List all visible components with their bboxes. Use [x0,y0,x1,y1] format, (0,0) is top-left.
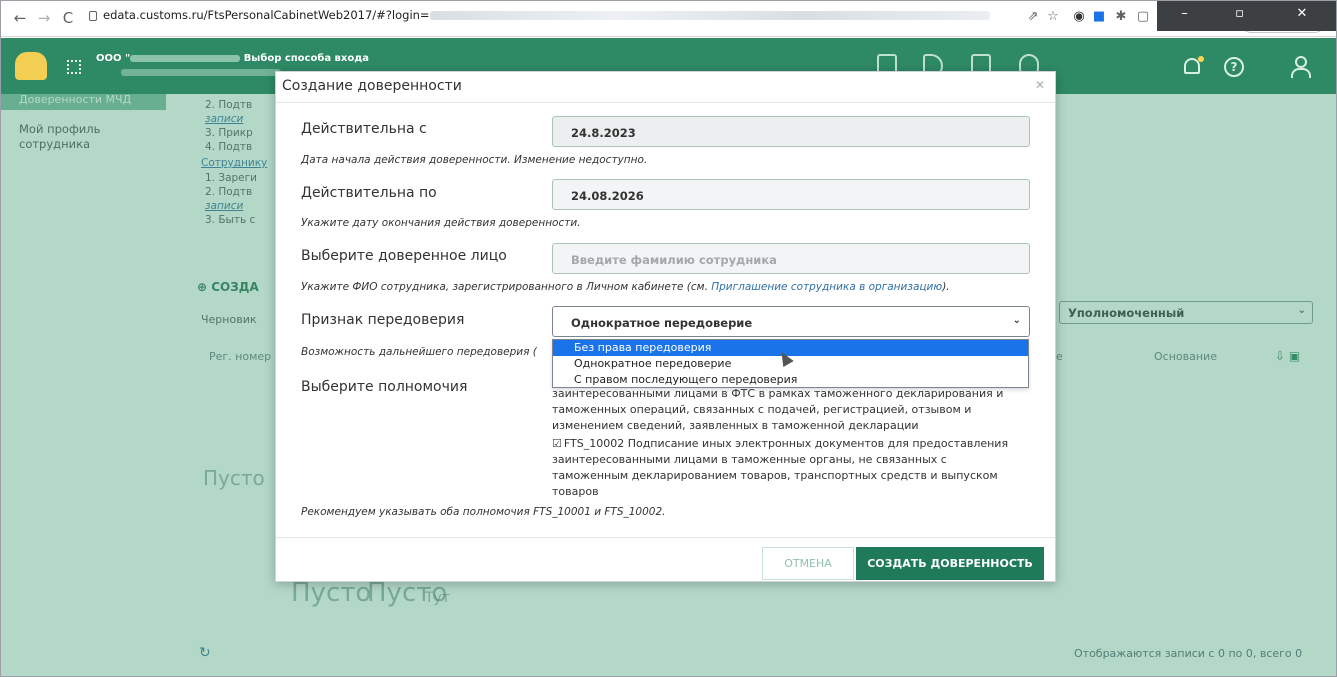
create-power-of-attorney-button[interactable]: СОЗДАТЬ ДОВЕРЕННОСТЬ [856,547,1044,580]
valid-to-label: Действительна по [301,185,437,201]
user-name-blurred [121,69,281,76]
share-icon[interactable]: ⇗ [1025,9,1041,25]
close-window-button[interactable]: ✕ [1267,1,1336,31]
browser-toolbar: ← → C edata.customs.ru/FtsPersonalCabine… [1,1,1336,37]
valid-from-hint: Дата начала действия доверенности. Измен… [301,154,648,166]
puzzle-icon[interactable]: ✱ [1113,9,1129,25]
option-no-delegation[interactable]: Без права передоверия [553,340,1028,356]
notification-badge [1198,56,1204,62]
emblem-icon [15,52,47,80]
help-icon[interactable]: ? [1224,57,1244,77]
delegation-select[interactable]: Однократное передоверие ⌄ [552,306,1030,337]
extension-icon[interactable]: ◉ [1071,9,1087,25]
proxy-search-input[interactable]: Введите фамилию сотрудника [552,243,1030,274]
back-button[interactable]: ← [9,7,31,29]
checkbox-icon[interactable]: ☑ [552,437,562,450]
chevron-down-icon: ⌄ [1012,315,1021,326]
delegation-label: Признак передоверия [301,312,465,328]
proxy-hint: Укажите ФИО сотрудника, зарегистрированн… [301,281,950,293]
maximize-button[interactable]: ▫ [1212,1,1267,31]
permission-fts-10002[interactable]: ☑ FTS_10002 Подписание иных электронных д… [552,436,1022,500]
minimize-button[interactable]: – [1157,1,1212,31]
delegation-dropdown: Без права передоверия Однократное передо… [552,339,1029,388]
proxy-label: Выберите доверенное лицо [301,248,507,264]
organization-name: ООО " Выбор способа входа [96,53,370,64]
valid-to-hint: Укажите дату окончания действия доверенн… [301,217,581,229]
recommendation-note: Рекомендуем указывать оба полномочия FTS… [301,506,666,518]
extension-blue-icon[interactable]: ■ [1091,9,1107,25]
sidepanel-icon[interactable]: ▢ [1135,9,1151,25]
screen: ← → C edata.customs.ru/FtsPersonalCabine… [0,0,1337,677]
permissions-label: Выберите полномочия [301,379,468,395]
apps-grid-icon[interactable] [67,60,81,74]
blurred-url-params [429,11,990,20]
invite-employee-link[interactable]: Приглашение сотрудника в организацию [711,281,942,293]
lock-icon [89,11,97,21]
create-power-of-attorney-dialog: Создание доверенности ✕ Действительна с … [275,71,1056,582]
valid-from-label: Действительна с [301,121,427,137]
cancel-button[interactable]: ОТМЕНА [762,547,854,580]
login-method-link[interactable]: Выбор способа входа [244,53,369,64]
user-icon[interactable] [1291,56,1311,78]
permission-fts-10001[interactable]: заинтересованными лицами в ФТС в рамках … [552,386,1022,434]
valid-to-field[interactable]: 24.08.2026 [552,179,1030,210]
divider [276,102,1055,103]
delegation-hint: Возможность дальнейшего передоверия ( [301,346,537,358]
address-bar[interactable]: edata.customs.ru/FtsPersonalCabinetWeb20… [103,8,990,22]
dialog-title: Создание доверенности [282,78,462,94]
forward-button[interactable]: → [33,7,55,29]
reload-button[interactable]: C [57,7,79,29]
close-icon[interactable]: ✕ [1035,78,1045,92]
valid-from-field: 24.8.2023 [552,116,1030,147]
divider [276,537,1055,538]
star-icon[interactable]: ☆ [1045,9,1061,25]
